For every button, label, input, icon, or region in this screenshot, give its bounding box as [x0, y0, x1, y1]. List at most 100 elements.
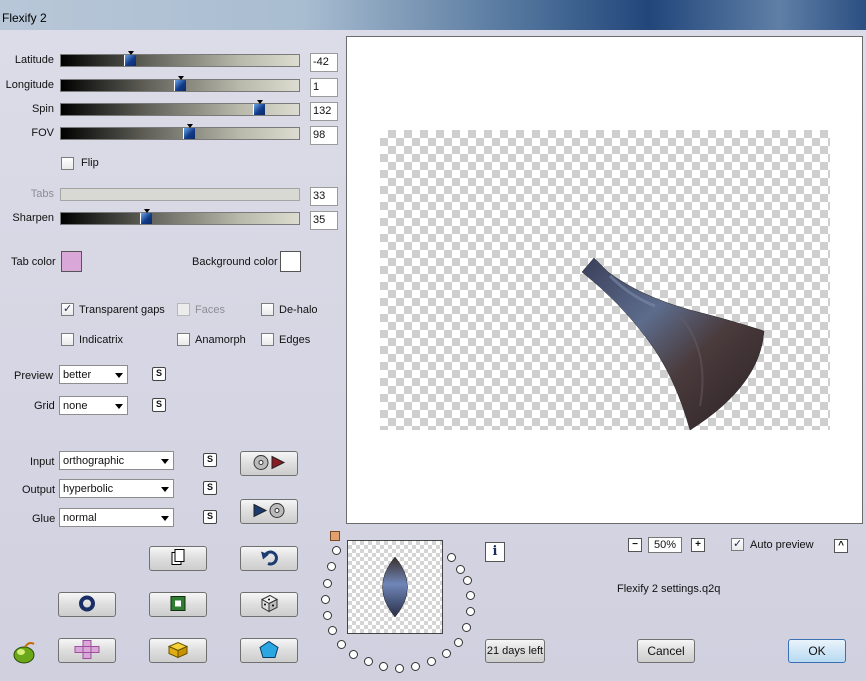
anamorph-checkbox[interactable] — [177, 333, 190, 346]
cross-icon — [72, 639, 102, 662]
spin-slider[interactable] — [60, 100, 300, 116]
latitude-slider[interactable] — [60, 51, 300, 67]
fov-slider[interactable] — [60, 124, 300, 140]
preview-quality-select[interactable]: better — [59, 365, 128, 384]
glue-save-button[interactable]: S — [203, 510, 217, 524]
dice-icon — [259, 594, 279, 615]
de-halo-checkbox[interactable] — [261, 303, 274, 316]
cancel-button[interactable]: Cancel — [637, 639, 695, 663]
glue-value: normal — [63, 512, 97, 524]
longitude-value-field[interactable]: 1 — [310, 78, 338, 97]
longitude-label: Longitude — [5, 79, 54, 91]
orbit-dot[interactable] — [323, 611, 332, 620]
spin-slider-thumb[interactable] — [253, 100, 265, 115]
transparent-gaps-checkbox[interactable] — [61, 302, 74, 316]
orbit-dot[interactable] — [447, 553, 456, 562]
chevron-down-icon — [161, 516, 169, 525]
orbit-dot[interactable] — [349, 650, 358, 659]
undo-icon — [260, 549, 278, 568]
orbit-dot[interactable] — [454, 638, 463, 647]
navigator-marker[interactable] — [330, 531, 340, 541]
orbit-dot[interactable] — [463, 576, 472, 585]
cube-button[interactable] — [149, 638, 207, 663]
longitude-slider-thumb[interactable] — [174, 76, 186, 91]
copy-settings-button[interactable] — [149, 546, 207, 571]
polyhedron-button[interactable] — [240, 638, 298, 663]
longitude-slider[interactable] — [60, 76, 300, 92]
randomize-button[interactable] — [240, 592, 298, 617]
indicatrix-label: Indicatrix — [79, 334, 124, 346]
flip-checkbox[interactable] — [61, 157, 74, 170]
output-projection-select[interactable]: hyperbolic — [59, 479, 174, 498]
collapse-button[interactable]: ^ — [834, 539, 848, 553]
orbit-dot[interactable] — [327, 562, 336, 571]
glue-label: Glue — [32, 513, 56, 525]
swap-input-to-output-button[interactable] — [240, 499, 298, 524]
orbit-dot[interactable] — [323, 579, 332, 588]
chevron-down-icon — [161, 459, 169, 468]
sharpen-slider[interactable] — [60, 209, 300, 225]
orbit-dot[interactable] — [466, 591, 475, 600]
orbit-dot[interactable] — [364, 657, 373, 666]
square-frame-icon — [169, 594, 187, 615]
undo-button[interactable] — [240, 546, 298, 571]
copy-icon — [170, 548, 186, 569]
sharpen-value-field[interactable]: 35 — [310, 211, 338, 230]
indicatrix-checkbox[interactable] — [61, 333, 74, 346]
latitude-value-field[interactable]: -42 — [310, 53, 338, 72]
preview-canvas[interactable] — [380, 130, 830, 431]
auto-preview-label: Auto preview — [750, 539, 814, 551]
edges-checkbox[interactable] — [261, 333, 274, 346]
fov-slider-thumb[interactable] — [183, 124, 195, 139]
reset-button[interactable] — [58, 592, 116, 617]
sharpen-slider-thumb[interactable] — [140, 209, 152, 224]
transparent-gaps-label: Transparent gaps — [79, 304, 165, 316]
tab-color-swatch[interactable] — [61, 251, 82, 272]
orbit-dot[interactable] — [466, 607, 475, 616]
tabs-slider — [60, 188, 300, 201]
spin-value-field[interactable]: 132 — [310, 102, 338, 121]
zoom-out-button[interactable]: − — [628, 538, 642, 552]
trial-days-button[interactable]: 21 days left — [485, 639, 545, 663]
swap-output-to-input-button[interactable] — [240, 451, 298, 476]
orbit-dot[interactable] — [427, 657, 436, 666]
input-projection-select[interactable]: orthographic — [59, 451, 174, 470]
preview-panel[interactable] — [346, 36, 863, 524]
window-title: Flexify 2 — [2, 11, 47, 25]
fov-value-field[interactable]: 98 — [310, 126, 338, 145]
tile-button[interactable] — [58, 638, 116, 663]
orbit-dot[interactable] — [337, 640, 346, 649]
output-label: Output — [22, 484, 56, 496]
grid-select[interactable]: none — [59, 396, 128, 415]
orbit-dot[interactable] — [462, 623, 471, 632]
info-icon[interactable]: i — [485, 542, 505, 562]
ok-button[interactable]: OK — [788, 639, 846, 663]
orbit-dot[interactable] — [379, 662, 388, 671]
tabs-label: Tabs — [30, 188, 54, 200]
orbit-dot[interactable] — [332, 546, 341, 555]
output-projection-value: hyperbolic — [63, 483, 114, 495]
auto-preview-checkbox[interactable] — [731, 537, 744, 551]
input-save-button[interactable]: S — [203, 453, 217, 467]
orbit-dot[interactable] — [456, 565, 465, 574]
frame-button[interactable] — [149, 592, 207, 617]
latitude-slider-thumb[interactable] — [124, 51, 136, 66]
orbit-dot[interactable] — [442, 649, 451, 658]
background-color-swatch[interactable] — [280, 251, 301, 272]
title-bar[interactable]: Flexify 2 — [0, 0, 866, 30]
orbit-dot[interactable] — [328, 626, 337, 635]
glue-select[interactable]: normal — [59, 508, 174, 527]
zoom-level: 50% — [648, 537, 682, 553]
orbit-dot[interactable] — [411, 662, 420, 671]
orbit-dot[interactable] — [321, 595, 330, 604]
preview-save-button[interactable]: S — [152, 367, 166, 381]
orbit-dot[interactable] — [395, 664, 404, 673]
app-logo-icon — [10, 639, 38, 665]
output-save-button[interactable]: S — [203, 481, 217, 495]
faces-checkbox — [177, 303, 190, 316]
grid-save-button[interactable]: S — [152, 398, 166, 412]
thumbnail-preview[interactable] — [347, 540, 443, 634]
grid-value: none — [63, 400, 88, 412]
zoom-in-button[interactable]: + — [691, 538, 705, 552]
chevron-down-icon — [115, 373, 123, 382]
